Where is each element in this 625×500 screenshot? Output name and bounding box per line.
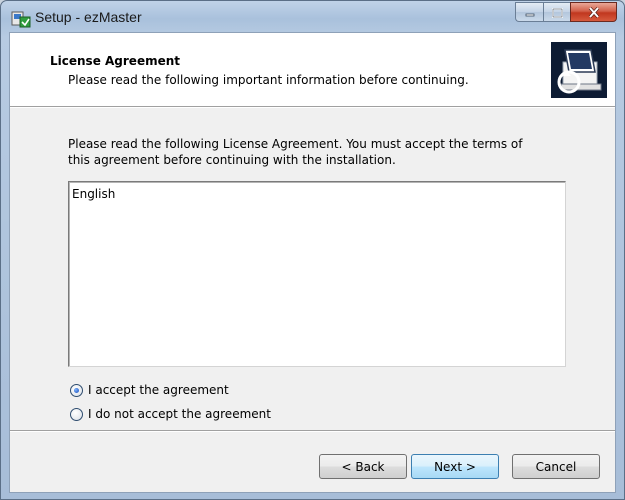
close-icon xyxy=(588,3,600,22)
license-text-area[interactable]: English xyxy=(68,181,566,367)
minimize-button[interactable] xyxy=(515,2,543,22)
caption-buttons xyxy=(515,2,617,24)
radio-button-unchecked[interactable] xyxy=(70,407,83,421)
accept-agreement-label[interactable]: I accept the agreement xyxy=(88,383,229,397)
next-button[interactable]: Next > xyxy=(411,454,499,479)
radio-button-checked[interactable] xyxy=(70,383,83,397)
intro-text: Please read the following License Agreem… xyxy=(68,137,523,167)
page-subtitle: Please read the following important info… xyxy=(68,73,469,87)
setup-window: Setup - ezMaster License Agreement Pleas… xyxy=(0,0,625,500)
setup-installer-icon[interactable] xyxy=(11,9,31,29)
page-title: License Agreement xyxy=(50,54,181,68)
footer-divider xyxy=(10,430,615,432)
maximize-icon xyxy=(551,3,563,22)
window-title: Setup - ezMaster xyxy=(35,9,142,25)
cancel-button[interactable]: Cancel xyxy=(512,454,600,479)
wizard-client-area: License Agreement Please read the follow… xyxy=(9,32,616,493)
decline-agreement-option[interactable]: I do not accept the agreement xyxy=(70,406,271,422)
back-button[interactable]: < Back xyxy=(319,454,407,479)
computer-install-icon xyxy=(551,42,607,98)
maximize-button[interactable] xyxy=(543,2,570,22)
accept-agreement-option[interactable]: I accept the agreement xyxy=(70,382,229,398)
decline-agreement-label[interactable]: I do not accept the agreement xyxy=(88,407,271,421)
header-divider xyxy=(10,106,615,108)
minimize-icon xyxy=(525,3,535,22)
wizard-header: License Agreement Please read the follow… xyxy=(10,33,615,106)
close-button[interactable] xyxy=(570,2,617,22)
